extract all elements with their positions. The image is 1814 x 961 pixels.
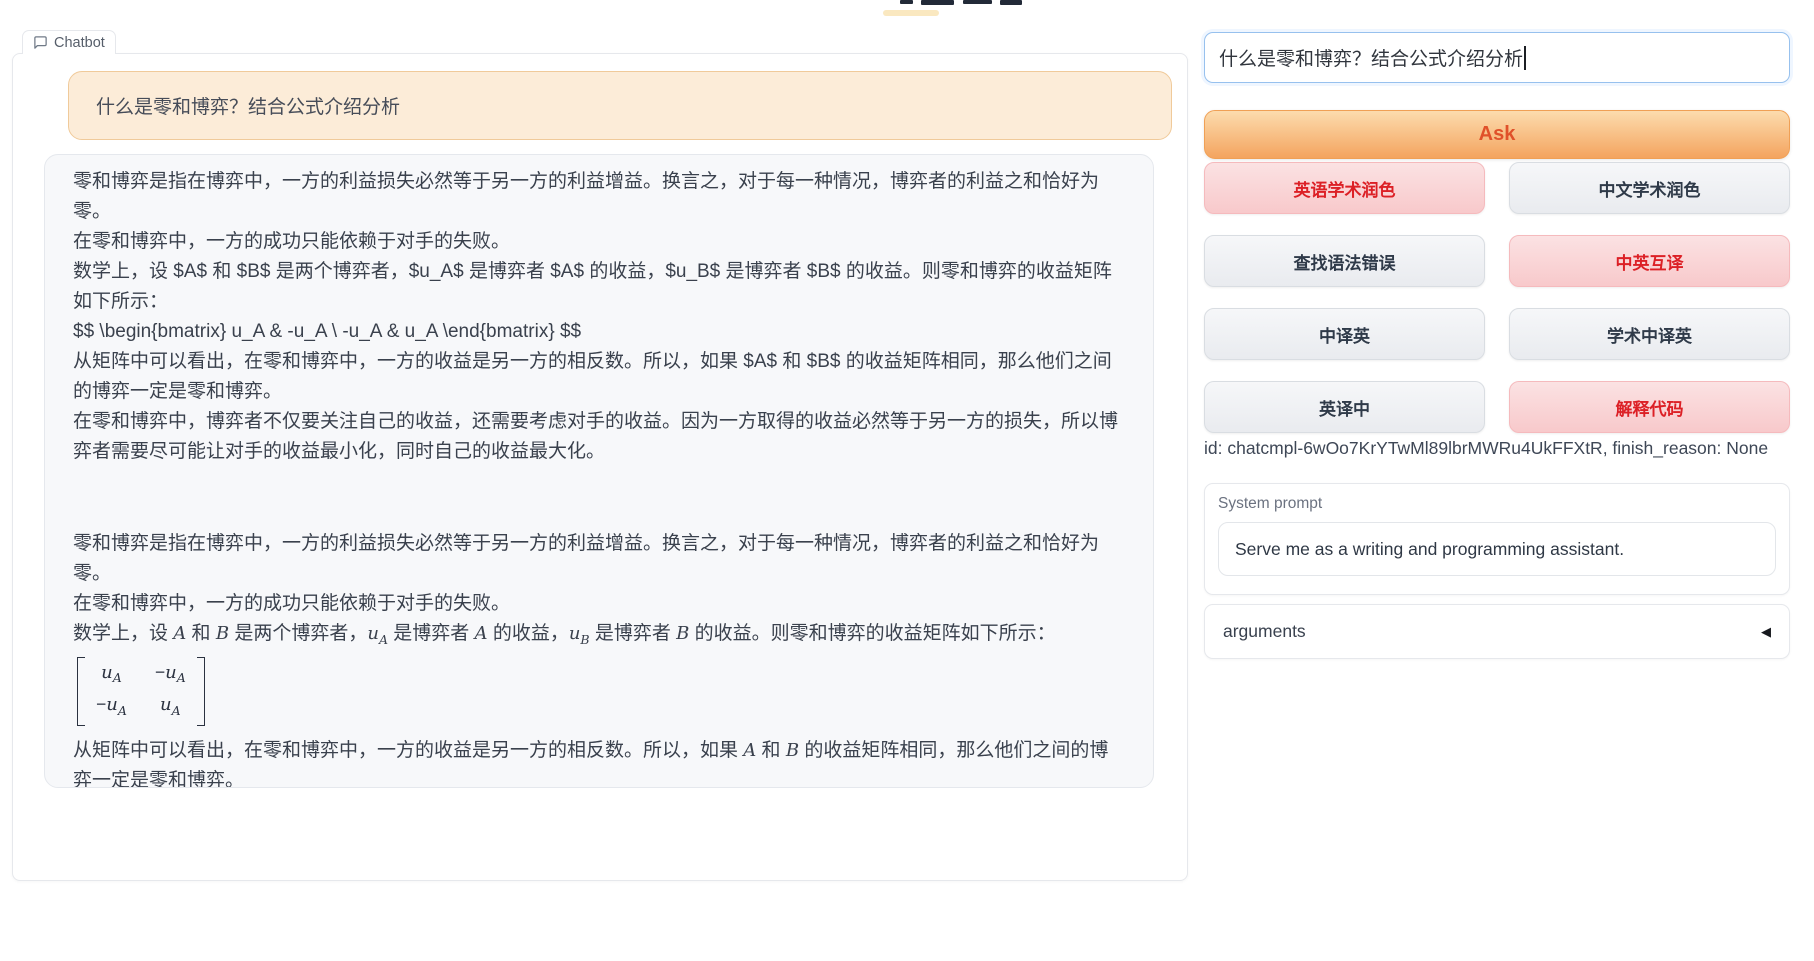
rendered-math-setup-paragraph: 数学上，设 A 和 B 是两个博弈者，uA 是博弈者 A 的收益，uB 是博弈者… xyxy=(73,619,1125,655)
find-grammar-errors-button[interactable]: 查找语法错误 xyxy=(1204,235,1485,287)
system-prompt-value: Serve me as a writing and programming as… xyxy=(1235,539,1624,560)
matrix-left-bracket xyxy=(77,657,85,726)
user-message-text: 什么是零和博弈？结合公式介绍分析 xyxy=(96,92,400,119)
zh-en-mutual-translate-button[interactable]: 中英互译 xyxy=(1509,235,1790,287)
system-prompt-group: System prompt Serve me as a writing and … xyxy=(1204,483,1790,595)
assistant-raw-markdown: 零和博弈是指在博弈中，一方的利益损失必然等于另一方的利益增益。换言之，对于每一种… xyxy=(73,167,1125,467)
chatbot-label-tab: Chatbot xyxy=(22,30,116,54)
system-prompt-input[interactable]: Serve me as a writing and programming as… xyxy=(1218,522,1776,576)
assistant-message-bubble: 零和博弈是指在博弈中，一方的利益损失必然等于另一方的利益增益。换言之，对于每一种… xyxy=(44,154,1154,788)
assistant-rendered-answer: 零和博弈是指在博弈中，一方的利益损失必然等于另一方的利益增益。换言之，对于每一种… xyxy=(73,529,1125,788)
matrix-cell: uA xyxy=(101,659,122,692)
rendered-conclusion-paragraph: 从矩阵中可以看出，在零和博弈中，一方的收益是另一方的相反数。所以，如果 A 和 … xyxy=(73,736,1125,788)
system-prompt-label: System prompt xyxy=(1218,495,1776,513)
english-academic-polish-button[interactable]: 英语学术润色 xyxy=(1204,162,1485,214)
zh-to-en-button[interactable]: 中译英 xyxy=(1204,308,1485,360)
chatbot-label: Chatbot xyxy=(54,35,105,51)
matrix-cell: −uA xyxy=(96,691,127,724)
question-input-value: 什么是零和博弈？结合公式介绍分析 xyxy=(1219,44,1523,71)
en-to-zh-button[interactable]: 英译中 xyxy=(1204,381,1485,433)
payoff-matrix: uA −uA −uA uA xyxy=(77,657,205,726)
user-message-bubble: 什么是零和博弈？结合公式介绍分析 xyxy=(68,71,1172,140)
arguments-accordion[interactable]: arguments ◀ xyxy=(1204,604,1790,659)
matrix-cell: uA xyxy=(160,691,181,724)
academic-zh-to-en-button[interactable]: 学术中译英 xyxy=(1509,308,1790,360)
function-button-grid: 英语学术润色 中文学术润色 查找语法错误 中英互译 中译英 学术中译英 英译中 … xyxy=(1204,162,1790,433)
collapse-arrow-icon: ◀ xyxy=(1761,624,1771,640)
response-status-line: id: chatcmpl-6wOo7KrYTwMl89lbrMWRu4UkFFX… xyxy=(1204,438,1790,459)
accordion-label: arguments xyxy=(1223,621,1306,642)
rendered-intro-paragraph: 零和博弈是指在博弈中，一方的利益损失必然等于另一方的利益增益。换言之，对于每一种… xyxy=(73,529,1125,619)
question-input[interactable]: 什么是零和博弈？结合公式介绍分析 xyxy=(1204,32,1790,83)
chinese-academic-polish-button[interactable]: 中文学术润色 xyxy=(1509,162,1790,214)
text-cursor xyxy=(1524,46,1526,70)
matrix-right-bracket xyxy=(197,657,205,726)
explain-code-button[interactable]: 解释代码 xyxy=(1509,381,1790,433)
chatbot-panel: 什么是零和博弈？结合公式介绍分析 零和博弈是指在博弈中，一方的利益损失必然等于另… xyxy=(12,53,1188,881)
speech-bubble-icon xyxy=(33,35,48,50)
ask-button[interactable]: Ask xyxy=(1204,110,1790,159)
clipped-page-title xyxy=(883,0,1043,16)
matrix-cell: −uA xyxy=(155,659,186,692)
